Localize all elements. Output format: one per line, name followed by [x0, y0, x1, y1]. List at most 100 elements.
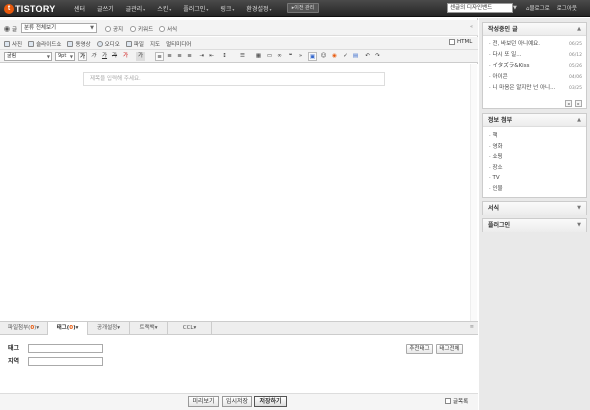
draft-date: 05/26: [569, 64, 582, 69]
html-mode-checkbox[interactable]: HTML: [449, 39, 472, 45]
italic-button[interactable]: 가: [89, 52, 98, 61]
spellcheck-icon[interactable]: ✓: [341, 52, 350, 61]
font-size-select[interactable]: 9pt ▼: [55, 52, 75, 61]
tab-ccl[interactable]: CCL▾: [168, 322, 212, 335]
next-page-icon[interactable]: ▸: [575, 100, 582, 107]
preview-button[interactable]: 미리보기: [188, 396, 219, 407]
draft-item[interactable]: · 아이콘 04/06: [483, 72, 586, 83]
attach-map-button[interactable]: 지도: [150, 40, 160, 48]
text-color-button[interactable]: 가: [121, 52, 130, 61]
editor-scrollbar[interactable]: [470, 64, 477, 321]
menu-link[interactable]: 링크▾: [214, 4, 240, 13]
table-icon[interactable]: ▦: [254, 52, 263, 61]
draft-item[interactable]: · 니 마음은 알지만 넌 아니... 03/25: [483, 83, 586, 94]
tistory-logo[interactable]: t TISTORY: [4, 3, 56, 14]
info-item-person[interactable]: · 인물: [483, 184, 586, 195]
line-height-icon[interactable]: ↕: [220, 52, 229, 61]
undo-icon[interactable]: ↶: [363, 52, 372, 61]
attach-slideshow-button[interactable]: 슬라이드쇼: [28, 40, 61, 48]
draft-item[interactable]: · 다시 또 일... 06/12: [483, 50, 586, 61]
draft-item[interactable]: · 전, 바보던 아니예요. 06/25: [483, 39, 586, 50]
font-family-select[interactable]: 굴림 ▼: [4, 52, 52, 61]
radio-dot: [130, 26, 136, 32]
link-icon[interactable]: ∞: [275, 52, 284, 61]
editor-body[interactable]: [0, 64, 478, 321]
info-item-place[interactable]: · 장소: [483, 163, 586, 174]
collapse-arrow-icon: ▲: [577, 117, 581, 123]
draft-date: 03/25: [569, 86, 582, 91]
highlight-button[interactable]: 가: [136, 52, 145, 61]
bold-button[interactable]: 가: [78, 52, 87, 61]
draft-date: 06/12: [569, 53, 582, 58]
location-label: 지역: [8, 358, 20, 365]
tag-label: 태그: [8, 345, 20, 352]
menu-write[interactable]: 글쓰기: [91, 4, 120, 13]
collapse-icon[interactable]: «: [470, 24, 473, 30]
category-select[interactable]: 분류 전체보기 ▼: [21, 23, 97, 33]
image-icon[interactable]: ▣: [308, 52, 317, 61]
info-item-movie[interactable]: · 영화: [483, 142, 586, 153]
tab-tag[interactable]: 태그(0)▾: [48, 322, 88, 336]
location-input[interactable]: [28, 357, 103, 366]
attach-video-button[interactable]: 동영상: [67, 40, 91, 48]
post-type-radio-keyword[interactable]: 키워드: [130, 25, 153, 33]
list-icon[interactable]: ☰: [238, 52, 247, 61]
prev-page-icon[interactable]: ◂: [565, 100, 572, 107]
panel-resize-icon[interactable]: ≡: [470, 324, 474, 330]
blog-selector[interactable]: 센글의 디자인밴드 ▼: [447, 3, 517, 13]
emoticon-icon[interactable]: ☺: [319, 52, 328, 61]
info-item-book[interactable]: · 책: [483, 131, 586, 142]
menu-skin[interactable]: 스킨▾: [151, 4, 177, 13]
blog-selector-value: 센글의 디자인밴드: [450, 5, 493, 11]
tag-input[interactable]: [28, 344, 103, 353]
go-to-blog-link[interactable]: ⌂블로그로: [526, 4, 550, 12]
align-center-icon[interactable]: ≡: [165, 52, 174, 61]
indent-icon[interactable]: ⇥: [197, 52, 206, 61]
box-icon[interactable]: ▭: [265, 52, 274, 61]
drafts-panel-header[interactable]: 작성중인 글 ▲: [483, 23, 586, 36]
save-button[interactable]: 저장하기: [254, 396, 287, 407]
save-icon[interactable]: ▤: [351, 52, 360, 61]
post-type-radio-notice[interactable]: 공지: [105, 25, 123, 33]
attach-multimedia-button[interactable]: 멀티미디어: [166, 40, 191, 48]
menu-post-manage[interactable]: 글관리▾: [120, 4, 152, 13]
old-admin-button[interactable]: ▸이전 관리: [287, 3, 319, 13]
menu-plugin[interactable]: 플러그인▾: [177, 4, 214, 13]
strikethrough-button[interactable]: 가: [110, 52, 119, 61]
align-justify-icon[interactable]: ≡: [185, 52, 194, 61]
post-type-radio-post[interactable]: 글: [4, 25, 17, 33]
all-tags-button[interactable]: 태그전체: [436, 344, 463, 354]
draft-item[interactable]: · イタズラ&Kiss 05/26: [483, 61, 586, 72]
title-input[interactable]: 제목을 입력해 주세요.: [83, 72, 385, 86]
post-type-radio-template[interactable]: 서식: [159, 25, 177, 33]
align-left-icon[interactable]: ≡: [155, 52, 164, 61]
info-item-tv[interactable]: · TV: [483, 173, 586, 184]
tab-file-attach[interactable]: 파일첨부(0)▾: [0, 322, 48, 335]
post-list-checkbox[interactable]: 글목록: [445, 397, 468, 405]
align-right-icon[interactable]: ≡: [175, 52, 184, 61]
plugin-panel-header[interactable]: 플러그인 ▼: [483, 219, 586, 232]
more-icon[interactable]: »: [296, 52, 305, 61]
attach-photo-button[interactable]: 사진: [4, 40, 22, 48]
recommend-tag-button[interactable]: 추천태그: [406, 344, 433, 354]
chevron-down-icon: ▾: [154, 325, 158, 331]
redo-icon[interactable]: ↷: [373, 52, 382, 61]
menu-label: 글쓰기: [97, 6, 114, 13]
logout-link[interactable]: 로그아웃: [557, 4, 577, 12]
info-item-shopping[interactable]: · 쇼핑: [483, 152, 586, 163]
tab-visibility[interactable]: 공개설정▾: [88, 322, 130, 335]
attach-audio-button[interactable]: 오디오: [96, 40, 120, 48]
outdent-icon[interactable]: ⇤: [207, 52, 216, 61]
tab-trackback[interactable]: 트랙백▾: [130, 322, 168, 335]
slideshow-icon: [28, 41, 35, 47]
attach-file-button[interactable]: 파일: [125, 40, 144, 48]
template-panel-header[interactable]: 서식 ▼: [483, 202, 586, 215]
menu-center[interactable]: 센터: [68, 4, 91, 13]
quote-icon[interactable]: ❝: [286, 52, 295, 61]
special-char-icon[interactable]: ◉: [330, 52, 339, 61]
underline-button[interactable]: 가: [100, 52, 109, 61]
info-panel-header[interactable]: 정보 첨부 ▲: [483, 114, 586, 127]
menu-settings[interactable]: 환경설정▾: [240, 4, 277, 13]
temp-save-button[interactable]: 임시저장: [222, 396, 252, 407]
size-value: 9pt: [58, 53, 67, 59]
